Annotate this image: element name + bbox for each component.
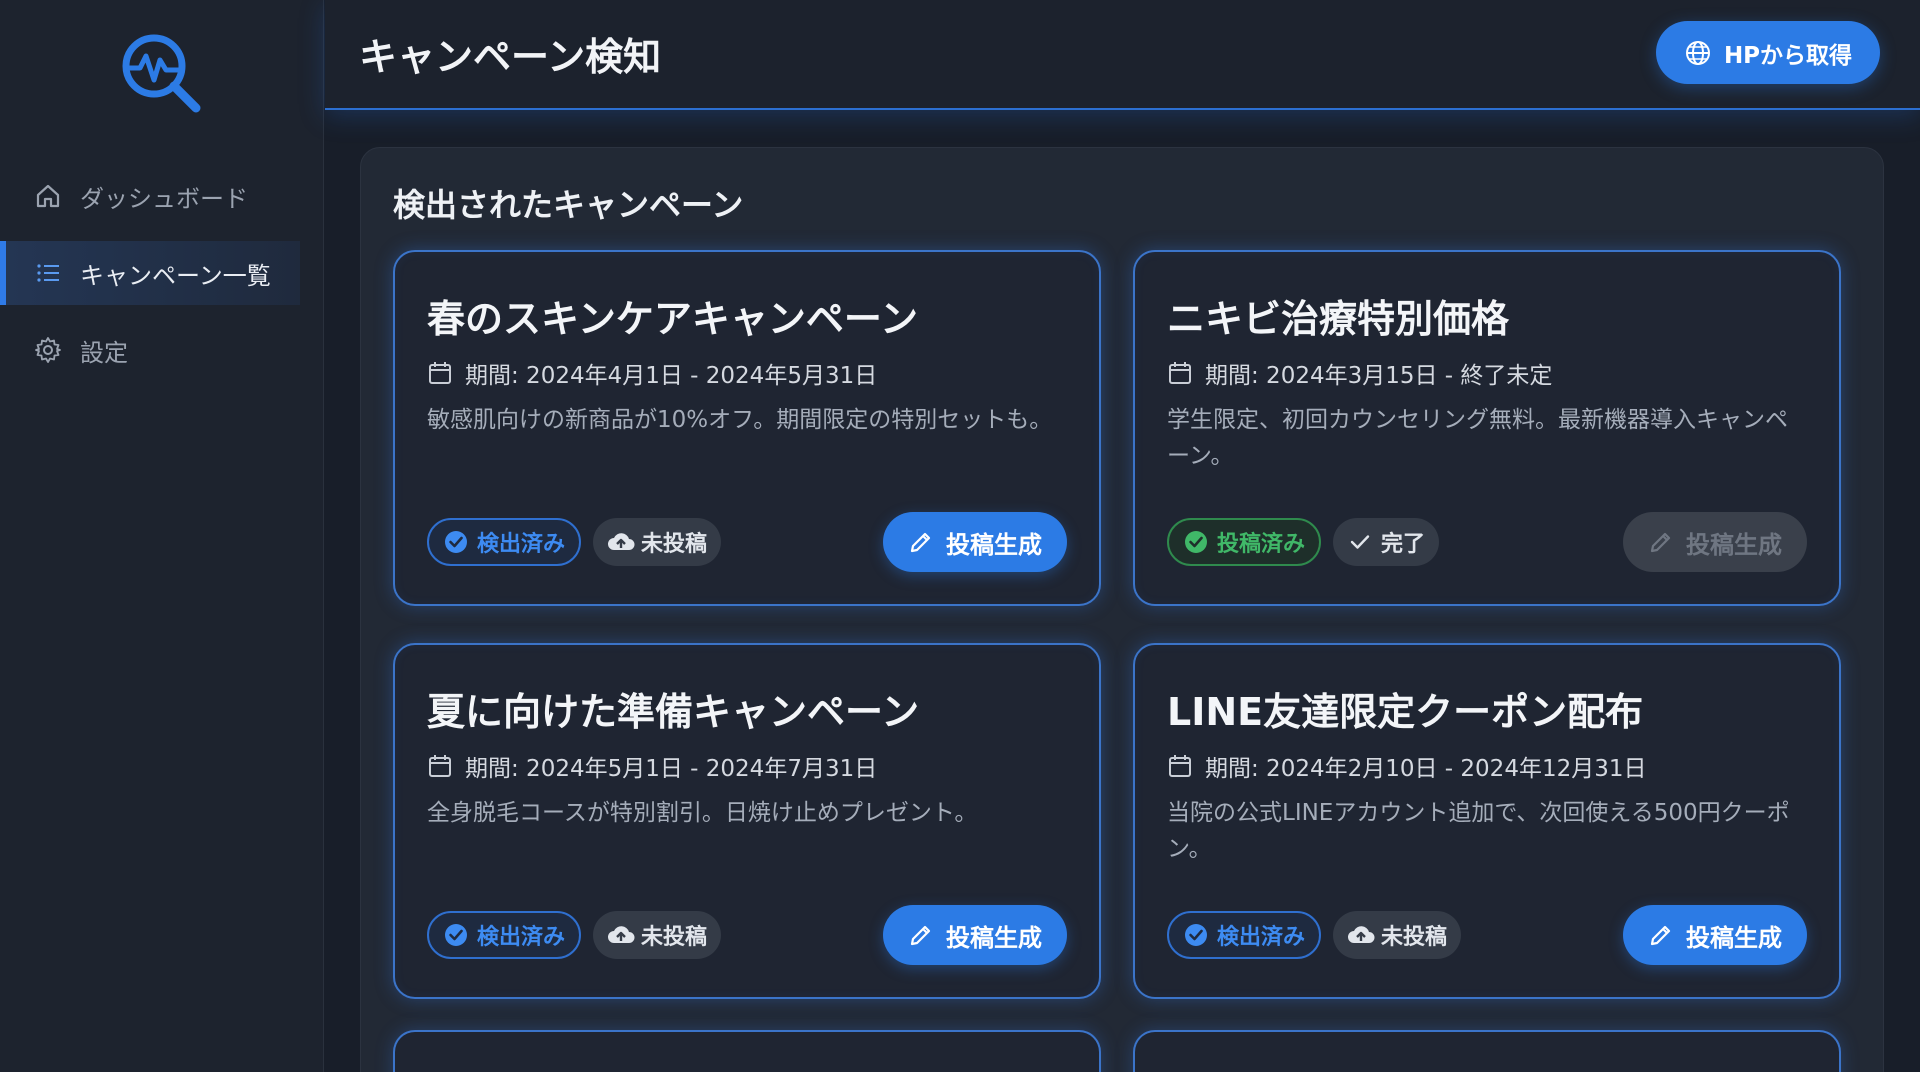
generate-post-label: 投稿生成 bbox=[1686, 530, 1782, 559]
pencil-icon bbox=[908, 922, 934, 948]
post-status-label: 未投稿 bbox=[1381, 925, 1448, 950]
campaign-period: 期間: 2024年2月10日 - 2024年12月31日 bbox=[1167, 749, 1646, 783]
cloud-upload-icon bbox=[607, 529, 635, 555]
campaign-card: LINE友達限定クーポン配布 期間: 2024年2月10日 - 2024年12月… bbox=[1133, 643, 1841, 999]
campaign-description: 敏感肌向けの新商品が10%オフ。期間限定の特別セットも。 bbox=[427, 407, 1053, 433]
check-circle-icon bbox=[1183, 529, 1209, 555]
sidebar-item-label: キャンペーン一覧 bbox=[80, 261, 271, 290]
status-badge: 検出済み bbox=[427, 911, 582, 959]
list-icon bbox=[34, 259, 62, 287]
gear-icon bbox=[34, 336, 62, 364]
campaign-tags: 投稿済み 完了 bbox=[1167, 518, 1451, 566]
campaign-card: 春のスキンケアキャンペーン 期間: 2024年4月1日 - 2024年5月31日… bbox=[393, 250, 1101, 606]
pencil-icon bbox=[1648, 529, 1674, 555]
sidebar-item-dashboard[interactable]: ダッシュボード bbox=[0, 164, 324, 228]
cloud-upload-icon bbox=[1347, 922, 1375, 948]
post-status-label: 未投稿 bbox=[641, 532, 708, 557]
post-status-label: 未投稿 bbox=[641, 925, 708, 950]
campaign-card-partial bbox=[393, 1030, 1101, 1072]
generate-post-button[interactable]: 投稿生成 bbox=[1623, 512, 1807, 572]
campaign-period: 期間: 2024年4月1日 - 2024年5月31日 bbox=[427, 356, 877, 390]
post-status-badge: 未投稿 bbox=[593, 518, 722, 566]
campaign-title: 春のスキンケアキャンペーン bbox=[427, 297, 918, 341]
status-badge: 検出済み bbox=[427, 518, 582, 566]
calendar-icon bbox=[427, 753, 453, 779]
generate-post-button[interactable]: 投稿生成 bbox=[1623, 905, 1807, 965]
status-badge-label: 検出済み bbox=[1217, 925, 1306, 950]
status-badge-label: 投稿済み bbox=[1217, 532, 1306, 557]
sidebar-nav: ダッシュボード キャンペーン一覧 設定 bbox=[0, 164, 324, 395]
campaign-panel: 検出されたキャンペーン 春のスキンケアキャンペーン 期間: 2024年4月1日 … bbox=[360, 147, 1884, 1072]
pencil-icon bbox=[1648, 922, 1674, 948]
status-badge-label: 検出済み bbox=[477, 532, 566, 557]
calendar-icon bbox=[1167, 360, 1193, 386]
check-circle-icon bbox=[443, 529, 469, 555]
pencil-icon bbox=[908, 529, 934, 555]
post-status-badge: 未投稿 bbox=[1333, 911, 1462, 959]
campaign-title: ニキビ治療特別価格 bbox=[1167, 297, 1510, 341]
status-badge: 投稿済み bbox=[1167, 518, 1322, 566]
campaign-period-text: 期間: 2024年5月1日 - 2024年7月31日 bbox=[465, 756, 878, 782]
campaign-card: 夏に向けた準備キャンペーン 期間: 2024年5月1日 - 2024年7月31日… bbox=[393, 643, 1101, 999]
campaign-period-text: 期間: 2024年4月1日 - 2024年5月31日 bbox=[465, 363, 878, 389]
campaign-card: ニキビ治療特別価格 期間: 2024年3月15日 - 終了未定 学生限定、初回カ… bbox=[1133, 250, 1841, 606]
campaign-period: 期間: 2024年5月1日 - 2024年7月31日 bbox=[427, 749, 877, 783]
home-icon bbox=[34, 182, 62, 210]
sidebar-item-campaign-list[interactable]: キャンペーン一覧 bbox=[0, 241, 300, 305]
page-title: キャンペーン検知 bbox=[359, 35, 662, 79]
section-title: 検出されたキャンペーン bbox=[393, 186, 744, 224]
campaign-tags: 検出済み 未投稿 bbox=[427, 518, 733, 566]
check-circle-icon bbox=[1183, 922, 1209, 948]
post-status-badge: 未投稿 bbox=[593, 911, 722, 959]
fetch-from-hp-label: HPから取得 bbox=[1723, 42, 1853, 69]
campaign-title: LINE友達限定クーポン配布 bbox=[1167, 690, 1644, 734]
generate-post-label: 投稿生成 bbox=[946, 530, 1042, 559]
cloud-upload-icon bbox=[607, 922, 635, 948]
check-icon bbox=[1347, 529, 1373, 555]
campaign-tags: 検出済み 未投稿 bbox=[1167, 911, 1473, 959]
calendar-icon bbox=[1167, 753, 1193, 779]
globe-icon bbox=[1684, 39, 1712, 67]
campaign-period: 期間: 2024年3月15日 - 終了未定 bbox=[1167, 356, 1552, 390]
generate-post-button[interactable]: 投稿生成 bbox=[883, 905, 1067, 965]
campaign-description: 学生限定、初回カウンセリング無料。最新機器導入キャンペーン。 bbox=[1167, 407, 1788, 469]
sidebar: ダッシュボード キャンペーン一覧 設定 bbox=[0, 0, 324, 1072]
campaign-period-text: 期間: 2024年2月10日 - 2024年12月31日 bbox=[1205, 756, 1647, 782]
generate-post-label: 投稿生成 bbox=[946, 923, 1042, 952]
campaign-card-partial bbox=[1133, 1030, 1841, 1072]
calendar-icon bbox=[427, 360, 453, 386]
fetch-from-hp-button[interactable]: HPから取得 bbox=[1656, 21, 1880, 84]
status-badge-label: 検出済み bbox=[477, 925, 566, 950]
campaign-description: 当院の公式LINEアカウント追加で、次回使える500円クーポン。 bbox=[1167, 800, 1790, 862]
status-badge: 検出済み bbox=[1167, 911, 1322, 959]
post-status-badge: 完了 bbox=[1333, 518, 1440, 566]
generate-post-button[interactable]: 投稿生成 bbox=[883, 512, 1067, 572]
campaign-tags: 検出済み 未投稿 bbox=[427, 911, 733, 959]
campaign-description: 全身脱毛コースが特別割引。日焼け止めプレゼント。 bbox=[427, 800, 978, 826]
post-status-label: 完了 bbox=[1381, 532, 1426, 557]
sidebar-item-label: 設定 bbox=[80, 338, 128, 367]
sidebar-item-settings[interactable]: 設定 bbox=[0, 318, 324, 382]
sidebar-item-label: ダッシュボード bbox=[80, 184, 248, 213]
check-circle-icon bbox=[443, 922, 469, 948]
campaign-period-text: 期間: 2024年3月15日 - 終了未定 bbox=[1205, 363, 1553, 389]
campaign-title: 夏に向けた準備キャンペーン bbox=[427, 690, 920, 734]
logo-icon bbox=[118, 30, 204, 116]
header: キャンペーン検知 HPから取得 bbox=[325, 0, 1920, 110]
generate-post-label: 投稿生成 bbox=[1686, 923, 1782, 952]
